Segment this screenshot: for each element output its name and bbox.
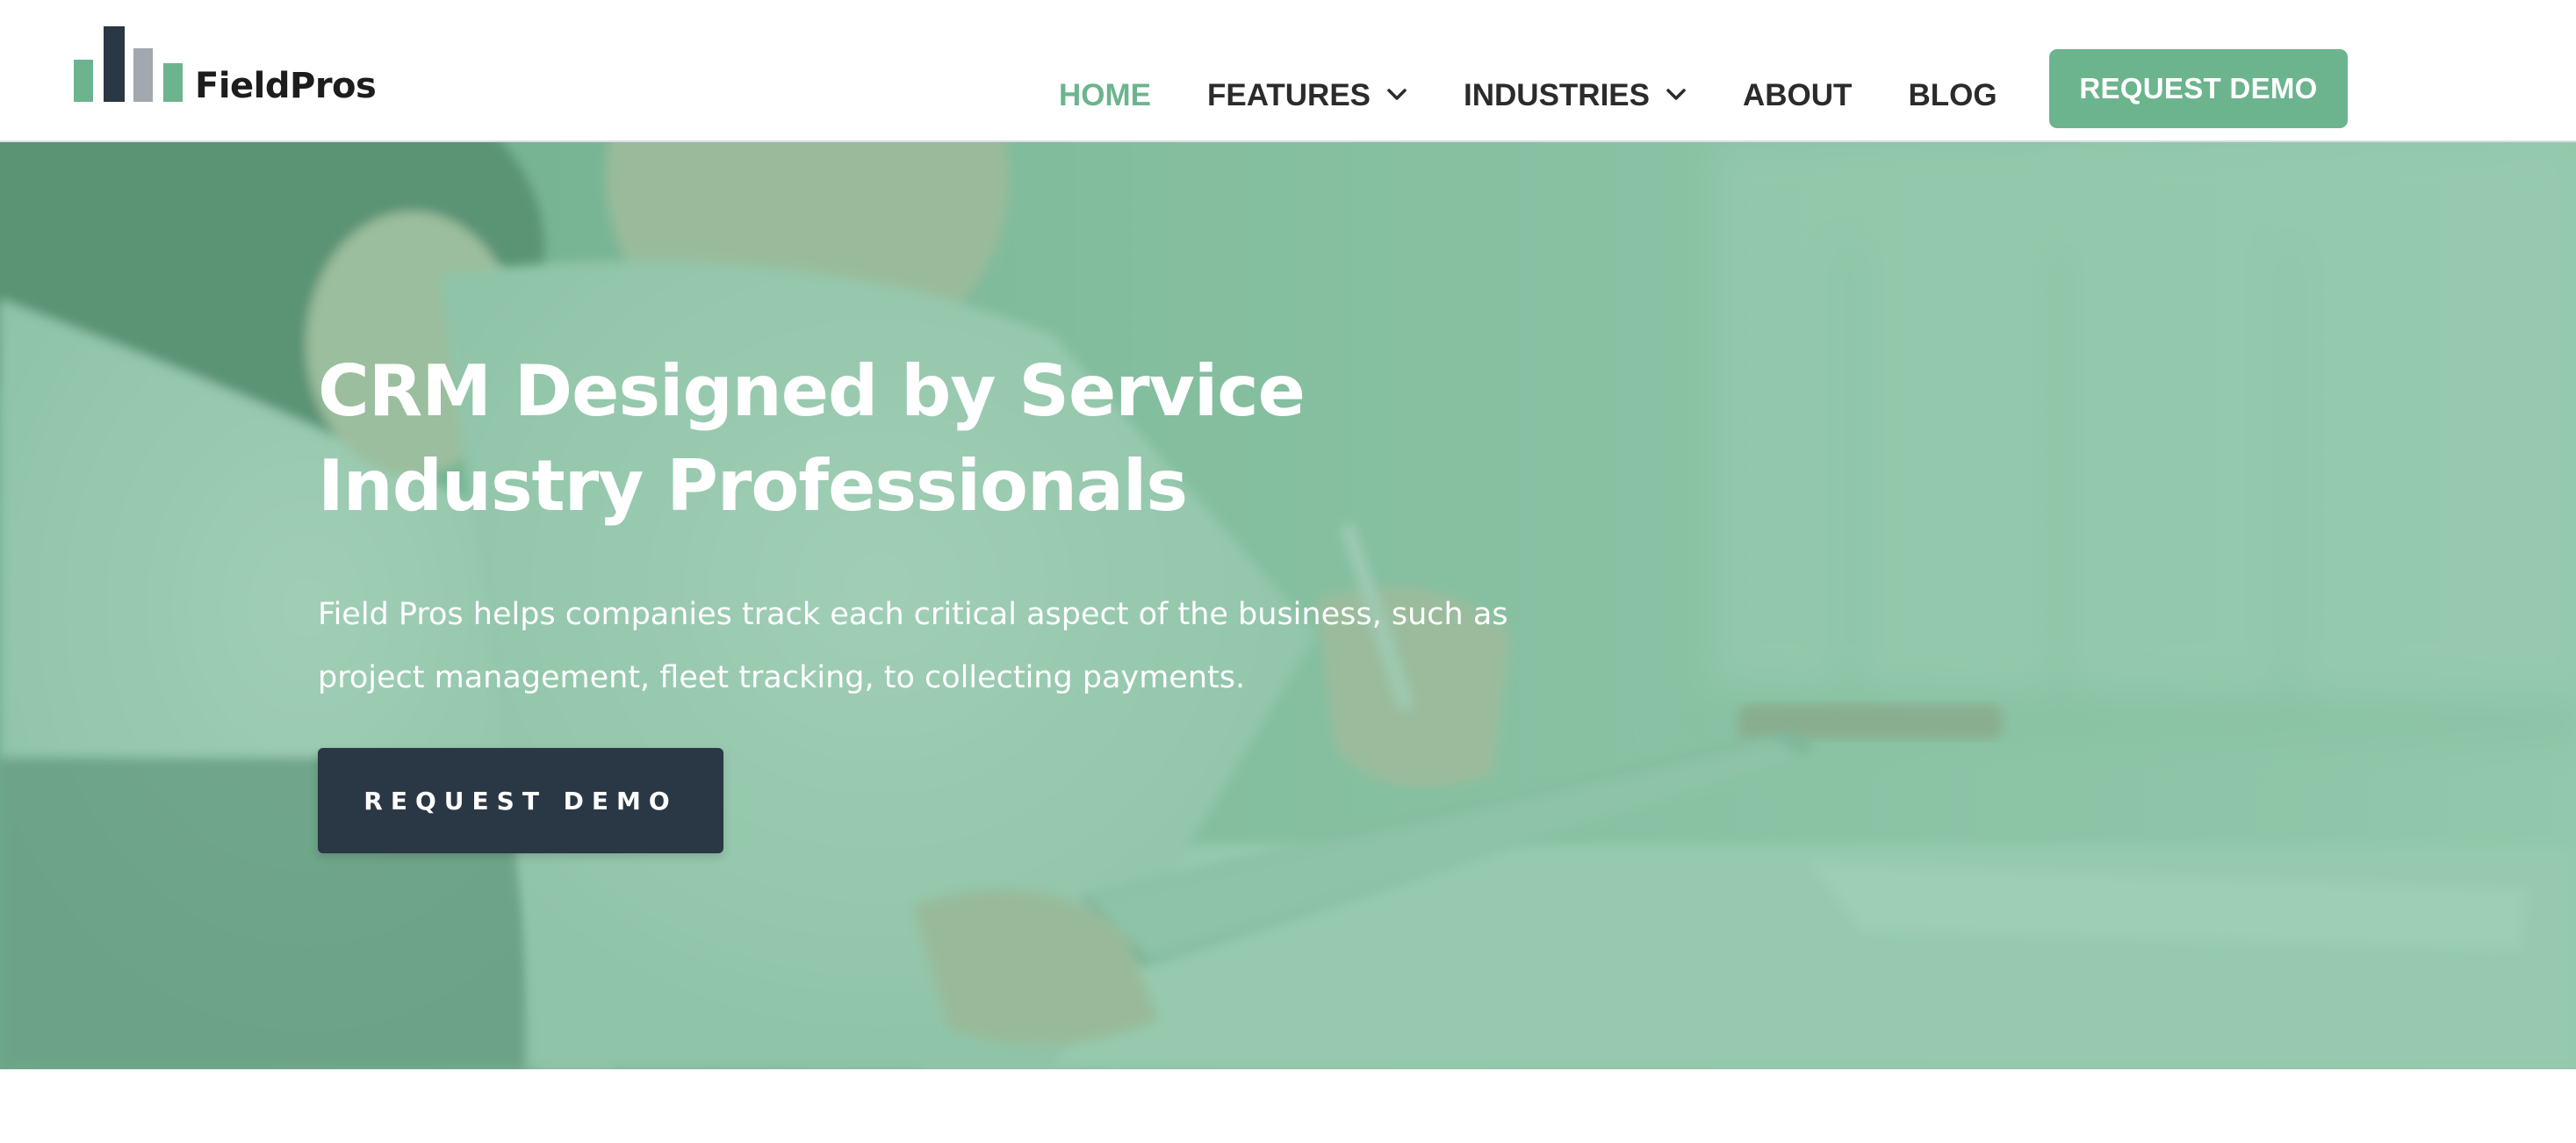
logo-bar-4 (163, 63, 183, 102)
fieldpros-logo[interactable]: FieldPros (74, 26, 377, 106)
logo-bar-2 (104, 26, 125, 102)
nav-item-industries[interactable]: INDUSTRIES (1464, 80, 1687, 111)
logo-bar-3 (133, 48, 153, 102)
nav-item-home[interactable]: HOME (1059, 80, 1151, 111)
hero-title: CRM Designed by Service Industry Profess… (318, 350, 1306, 527)
nav-item-label: HOME (1059, 77, 1151, 112)
logo-bar-1 (74, 60, 93, 102)
chevron-down-icon (1666, 89, 1686, 100)
bar-chart-logo-icon (74, 26, 184, 102)
nav-item-label: FEATURES (1207, 77, 1371, 112)
page-continuation (0, 1069, 2576, 1143)
hero-content: CRM Designed by Service Industry Profess… (318, 344, 1670, 853)
header-request-demo-button[interactable]: REQUEST DEMO (2049, 49, 2348, 128)
nav-item-features[interactable]: FEATURES (1207, 80, 1407, 111)
nav-item-about[interactable]: ABOUT (1743, 80, 1852, 111)
nav-item-blog[interactable]: BLOG (1908, 80, 1997, 111)
hero-section: CRM Designed by Service Industry Profess… (0, 142, 2576, 1069)
hero-subtitle: Field Pros helps companies track each cr… (318, 597, 1508, 695)
hero-request-demo-button[interactable]: REQUEST DEMO (318, 748, 723, 853)
nav-item-label: INDUSTRIES (1464, 77, 1650, 112)
brand-name: FieldPros (195, 66, 377, 106)
main-nav: HOME FEATURES INDUSTRIES ABOUT BLOG (1059, 74, 2054, 116)
nav-item-label: BLOG (1908, 77, 1997, 112)
chevron-down-icon (1387, 89, 1407, 100)
site-header: FieldPros HOME FEATURES INDUSTRIES ABOUT… (0, 0, 2576, 142)
nav-item-label: ABOUT (1743, 77, 1853, 112)
